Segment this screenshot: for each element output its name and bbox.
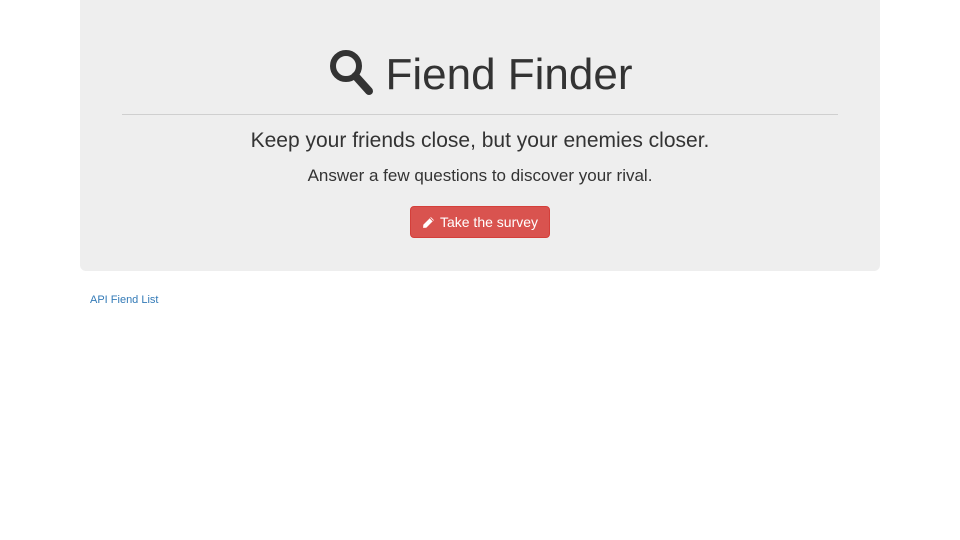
title-row: Fiend Finder (80, 44, 880, 106)
take-survey-button[interactable]: Take the survey (409, 206, 551, 238)
tagline: Keep your friends close, but your enemie… (250, 129, 710, 152)
divider (122, 114, 838, 115)
page-title: Fiend Finder (385, 50, 633, 99)
api-fiend-list-link[interactable]: API Fiend List (90, 293, 158, 307)
take-survey-label: Take the survey (439, 214, 539, 230)
subtext: Answer a few questions to discover your … (307, 166, 653, 185)
hero-panel: Fiend Finder Keep your friends close, bu… (80, 0, 880, 271)
search-icon (330, 50, 374, 95)
cta-wrapper: Take the survey (80, 206, 880, 238)
pencil-icon (423, 216, 434, 228)
